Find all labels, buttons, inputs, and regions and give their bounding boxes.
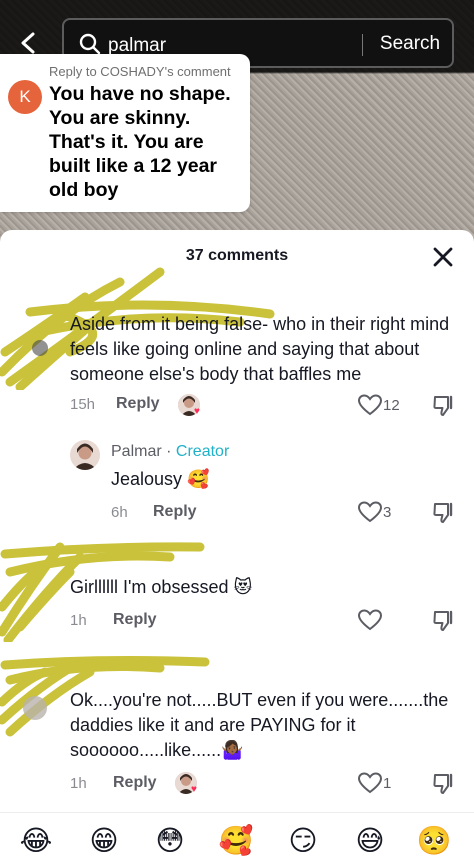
reply-button[interactable]: Reply [116,395,160,413]
comment-time: 1h [70,775,87,792]
heart-badge-icon: ♥ [191,784,197,795]
heart-outline-icon[interactable] [358,772,382,794]
comment-time: 1h [70,612,87,629]
reply-button[interactable]: Reply [113,774,157,792]
comment-text: Girllllll I'm obsessed 😻 [70,577,253,597]
comment-text: Ok....you're not.....BUT even if you wer… [70,690,449,760]
comment-text: Aside from it being false- who in their … [70,314,450,384]
close-icon[interactable] [432,246,454,268]
heart-outline-icon[interactable] [358,501,382,523]
thumbs-down-icon[interactable] [432,502,456,524]
reply-body-text: You have no shape. You are skinny. That'… [49,83,231,201]
search-button[interactable]: Search [370,30,450,58]
comment-username[interactable]: Palmar · Creator [111,443,229,461]
like-count: 3 [383,504,392,521]
creator-avatar[interactable] [70,440,100,470]
reply-button[interactable]: Reply [153,503,197,521]
emoji-button[interactable]: 😅 [350,825,390,857]
comments-sheet: 37 comments Aside from it being false- w… [0,230,474,866]
emoji-button[interactable]: 😁 [84,825,124,857]
like-count: 1 [383,775,392,792]
comment-text: Jealousy 🥰 [111,469,210,489]
reply-header: Reply to COSHADY's comment [49,64,231,79]
chevron-left-icon [21,32,35,54]
heart-badge-icon: ♥ [194,406,200,417]
heart-outline-icon[interactable] [358,394,382,416]
emoji-quick-bar: 😂 😁 😳 🥰 😏 😅 🥺 [0,812,474,866]
emoji-button[interactable]: 🥰 [216,825,256,857]
creator-face-icon [70,440,100,470]
thumbs-down-icon[interactable] [432,773,456,795]
reply-sticker: K Reply to COSHADY's comment You have no… [0,54,250,212]
emoji-button[interactable]: 🥺 [414,825,454,857]
comment-time: 6h [111,504,128,521]
emoji-button[interactable]: 😂 [16,825,56,857]
username-separator: · [166,443,172,460]
creator-badge: Creator [175,443,230,460]
comments-count-title: 37 comments [185,247,289,264]
emoji-button[interactable]: 😏 [283,825,323,857]
thumbs-down-icon[interactable] [432,610,456,632]
reply-avatar: K [8,80,42,114]
heart-outline-icon[interactable] [358,609,382,631]
username-text: Palmar [111,443,162,460]
reply-button[interactable]: Reply [113,611,157,629]
search-icon [79,33,101,55]
search-divider [362,34,363,56]
like-count: 12 [383,397,400,414]
emoji-button[interactable]: 😳 [150,825,190,857]
thumbs-down-icon[interactable] [432,395,456,417]
comment-time: 15h [70,396,96,413]
